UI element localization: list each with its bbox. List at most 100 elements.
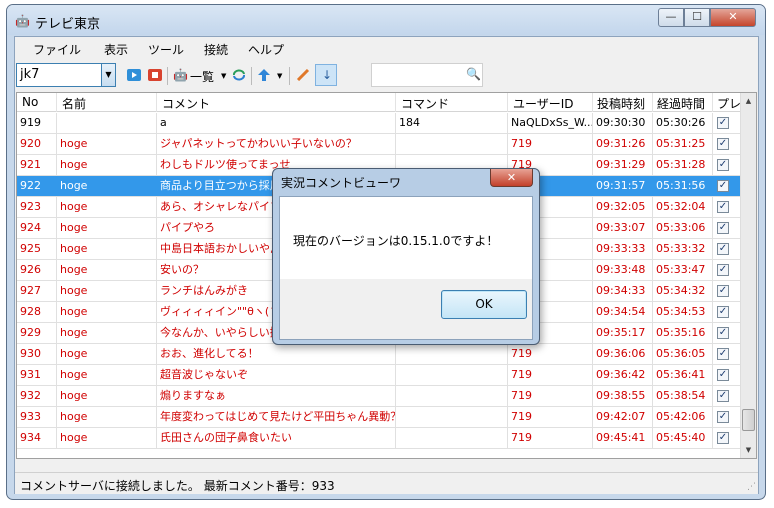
chevron-down-icon[interactable]: ▼	[277, 72, 282, 80]
cell-post-time: 09:31:26	[593, 134, 653, 154]
column-divider[interactable]	[56, 93, 57, 112]
cell-elapsed: 05:32:04	[653, 197, 713, 217]
premium-checkbox[interactable]: ✓	[717, 117, 729, 129]
chevron-down-icon[interactable]: ▼	[221, 72, 226, 80]
premium-checkbox[interactable]: ✓	[717, 201, 729, 213]
vertical-scrollbar[interactable]: ▲ ▼	[740, 93, 756, 458]
premium-checkbox[interactable]: ✓	[717, 327, 729, 339]
premium-checkbox[interactable]: ✓	[717, 285, 729, 297]
pencil-icon[interactable]	[296, 69, 310, 81]
refresh-icon[interactable]	[232, 69, 246, 81]
scroll-down-icon[interactable]: ▼	[741, 442, 756, 458]
maximize-button[interactable]: ☐	[684, 8, 710, 27]
premium-checkbox[interactable]: ✓	[717, 180, 729, 192]
premium-checkbox[interactable]: ✓	[717, 432, 729, 444]
cell-elapsed: 05:42:06	[653, 407, 713, 427]
premium-checkbox[interactable]: ✓	[717, 348, 729, 360]
col-header-elapsed[interactable]: 経過時間	[657, 95, 705, 112]
col-header-command[interactable]: コマンド	[401, 95, 449, 112]
cell-premium: ✓	[713, 176, 741, 196]
cell-name: hoge	[57, 344, 157, 364]
table-row[interactable]: 920 hoge ジャパネットってかわいい子いないの？ 719 09:31:26 05:3…	[17, 134, 741, 155]
col-header-premium[interactable]: プレ	[717, 95, 741, 112]
premium-checkbox[interactable]: ✓	[717, 411, 729, 423]
cell-post-time: 09:33:33	[593, 239, 653, 259]
close-button[interactable]: ✕	[710, 8, 756, 27]
dialog-close-button[interactable]: ✕	[490, 169, 533, 187]
cell-userid: 719	[508, 386, 593, 406]
premium-checkbox[interactable]: ✓	[717, 369, 729, 381]
title-bar[interactable]: 🤖 テレビ東京 — ☐ ✕	[7, 5, 765, 35]
table-row[interactable]: 932 hoge 煽りますなぁ 719 09:38:55 05:38:54 ✓	[17, 386, 741, 407]
column-divider[interactable]	[712, 93, 713, 112]
cell-premium: ✓	[713, 239, 741, 259]
premium-checkbox[interactable]: ✓	[717, 159, 729, 171]
premium-checkbox[interactable]: ✓	[717, 306, 729, 318]
cell-premium: ✓	[713, 260, 741, 280]
cell-premium: ✓	[713, 365, 741, 385]
cell-command	[396, 407, 508, 427]
menu-view[interactable]: 表示	[104, 41, 128, 58]
table-row[interactable]: 933 hoge 年度変わってはじめて見たけど平田ちゃん異動？ 719 09:42:07…	[17, 407, 741, 428]
premium-checkbox[interactable]: ✓	[717, 222, 729, 234]
cell-comment: おお、進化してる！	[157, 344, 396, 364]
cell-elapsed: 05:33:32	[653, 239, 713, 259]
cell-no: 930	[17, 344, 57, 364]
dialog-title: 実況コメントビューワ	[281, 176, 402, 190]
robot-icon[interactable]: 🤖	[173, 68, 188, 82]
minimize-button[interactable]: —	[658, 8, 684, 27]
col-header-no[interactable]: No	[22, 95, 38, 109]
resize-grip-icon[interactable]: ⋰	[747, 482, 756, 492]
cell-no: 928	[17, 302, 57, 322]
cell-premium: ✓	[713, 344, 741, 364]
stop-icon[interactable]	[148, 69, 162, 81]
table-row[interactable]: 931 hoge 超音波じゃないぞ 719 09:36:42 05:36:41 ✓	[17, 365, 741, 386]
menu-file[interactable]: ファイル	[33, 41, 81, 58]
cell-no: 927	[17, 281, 57, 301]
cell-post-time: 09:38:55	[593, 386, 653, 406]
premium-checkbox[interactable]: ✓	[717, 264, 729, 276]
column-divider[interactable]	[652, 93, 653, 112]
cell-post-time: 09:34:33	[593, 281, 653, 301]
chevron-down-icon[interactable]: ▼	[101, 64, 115, 86]
premium-checkbox[interactable]: ✓	[717, 243, 729, 255]
toolbar-separator	[167, 67, 168, 85]
menu-tools[interactable]: ツール	[148, 41, 184, 58]
cell-command	[396, 134, 508, 154]
cell-premium: ✓	[713, 218, 741, 238]
table-row[interactable]: 930 hoge おお、進化してる！ 719 09:36:06 05:36:05 ✓	[17, 344, 741, 365]
search-icon[interactable]: 🔍	[466, 67, 481, 81]
premium-checkbox[interactable]: ✓	[717, 390, 729, 402]
menu-connect[interactable]: 接続	[204, 41, 228, 58]
col-header-post-time[interactable]: 投稿時刻	[597, 95, 645, 112]
table-row[interactable]: 934 hoge 氏田さんの団子鼻食いたい 719 09:45:41 05:45:40 ✓	[17, 428, 741, 449]
column-divider[interactable]	[592, 93, 593, 112]
column-divider[interactable]	[507, 93, 508, 112]
table-row[interactable]: 919 a 184 NaQLDxSs_W... 09:30:30 05:30:26 ✓	[17, 113, 741, 134]
arrow-up-icon[interactable]	[257, 69, 271, 81]
channel-combobox[interactable]: jk7 ▼	[16, 63, 116, 87]
status-text: コメントサーバに接続しました。 最新コメント番号：933	[20, 479, 335, 493]
scroll-down-toggle[interactable]: ↓	[315, 64, 337, 86]
col-header-name[interactable]: 名前	[62, 95, 86, 112]
cell-userid: 719	[508, 344, 593, 364]
cell-comment: 氏田さんの団子鼻食いたい	[157, 428, 396, 448]
cell-elapsed: 05:34:53	[653, 302, 713, 322]
column-divider[interactable]	[395, 93, 396, 112]
premium-checkbox[interactable]: ✓	[717, 138, 729, 150]
ok-button[interactable]: OK	[441, 290, 527, 319]
cell-userid: 719	[508, 134, 593, 154]
menu-help[interactable]: ヘルプ	[248, 41, 284, 58]
scroll-up-icon[interactable]: ▲	[741, 93, 756, 109]
cell-premium: ✓	[713, 428, 741, 448]
column-divider[interactable]	[156, 93, 157, 112]
list-button[interactable]: 一覧	[190, 68, 214, 85]
cell-no: 929	[17, 323, 57, 343]
cell-command	[396, 365, 508, 385]
cell-premium: ✓	[713, 113, 741, 133]
scroll-thumb[interactable]	[742, 409, 755, 431]
col-header-comment[interactable]: コメント	[162, 95, 210, 112]
play-icon[interactable]	[127, 69, 141, 81]
col-header-userid[interactable]: ユーザーID	[513, 95, 574, 112]
cell-post-time: 09:31:57	[593, 176, 653, 196]
